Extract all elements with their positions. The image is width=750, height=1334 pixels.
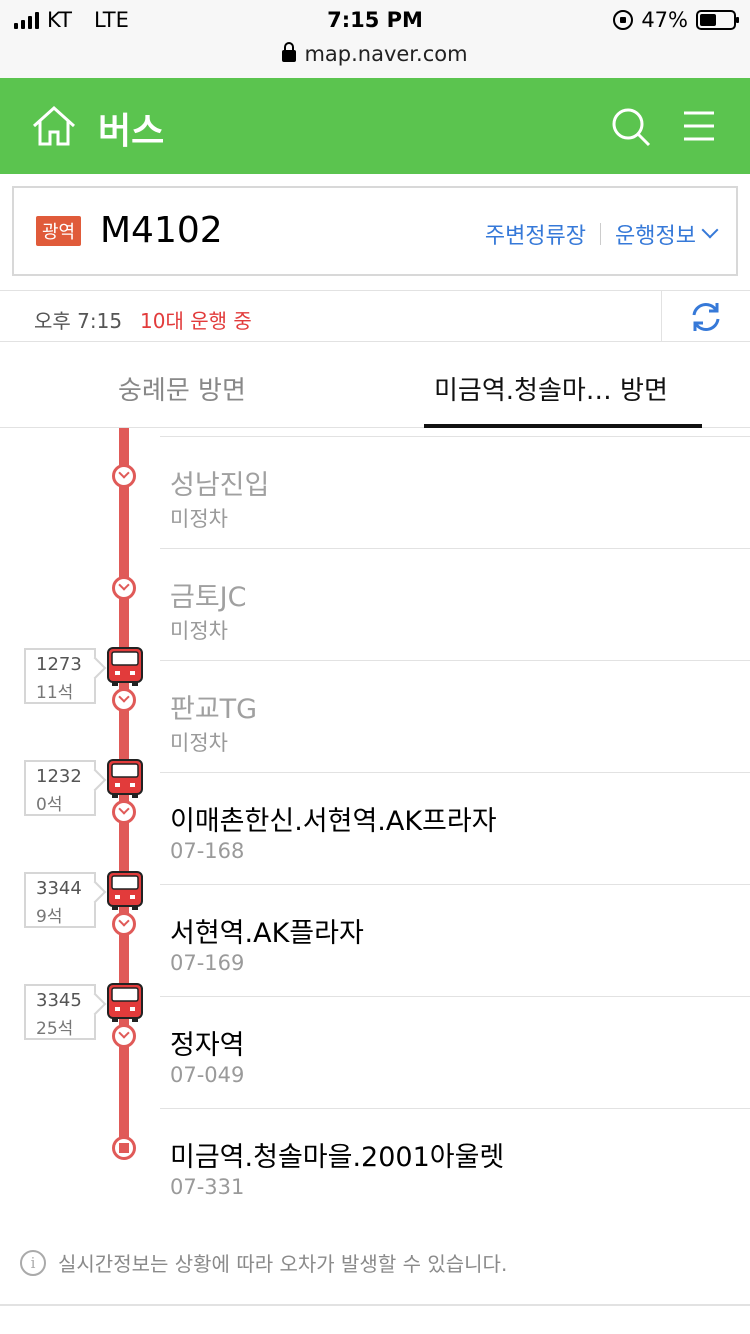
bus-icon[interactable]: [106, 982, 144, 1022]
info-icon: i: [20, 1249, 46, 1276]
stop-node-icon: [112, 464, 136, 488]
route-type-badge: 광역: [36, 216, 82, 246]
stop-sub: 미정차: [170, 731, 228, 755]
bus-icon[interactable]: [106, 870, 144, 910]
stop-item[interactable]: 미금역.청솔마을.2001아울렛 07-331: [160, 1108, 750, 1220]
url-text: map.naver.com: [304, 42, 468, 66]
stop-name: 이매촌한신.서현역.AK프라자: [170, 806, 497, 837]
stop-node-icon: [112, 688, 136, 712]
route-summary: 광역 M4102 주변정류장 운행정보: [12, 186, 738, 276]
stop-item[interactable]: 성남진입 미정차: [160, 436, 750, 548]
bus-seats: 11석: [36, 683, 74, 703]
link-divider: [600, 223, 602, 245]
stop-item[interactable]: 판교TG 미정차: [160, 660, 750, 772]
operating-status: 10대 운행 중: [140, 309, 252, 333]
route-number: M4102: [100, 210, 223, 251]
app-header: 버스: [0, 78, 750, 174]
bus-icon[interactable]: [106, 758, 144, 798]
bus-seats: 9석: [36, 907, 63, 927]
rotation-lock-icon: [613, 10, 634, 30]
stop-sub: 07-331: [170, 1175, 245, 1199]
tab-direction-sungnyemun[interactable]: 숭례문 방면: [118, 370, 246, 407]
nearby-stops-link[interactable]: 주변정류장: [485, 218, 586, 250]
update-time: 오후 7:15: [34, 309, 123, 333]
stop-sub: 미정차: [170, 619, 228, 643]
stop-sub: 미정차: [170, 507, 228, 531]
direction-tabs: 숭례문 방면 미금역.청솔마… 방면: [0, 342, 750, 428]
operation-info-link[interactable]: 운행정보: [615, 218, 696, 250]
stop-name: 판교TG: [170, 694, 258, 725]
bus-info-label[interactable]: 3345 25석: [24, 984, 96, 1040]
terminal-stop-icon: [112, 1136, 136, 1160]
stop-item[interactable]: 금토JC 미정차: [160, 548, 750, 660]
bus-number: 1232: [36, 766, 82, 787]
stop-sub: 07-049: [170, 1063, 245, 1087]
bus-info-label[interactable]: 1232 0석: [24, 760, 96, 816]
menu-icon[interactable]: [682, 110, 716, 142]
status-bar: KT LTE 7:15 PM 47%: [0, 0, 750, 40]
bus-seats: 25석: [36, 1019, 74, 1039]
stop-sub: 07-168: [170, 839, 245, 863]
bus-number: 1273: [36, 654, 82, 675]
bus-number: 3345: [36, 990, 82, 1011]
home-icon[interactable]: [30, 102, 78, 150]
page-title: 버스: [98, 111, 165, 152]
stop-item[interactable]: 정자역 07-049: [160, 996, 750, 1108]
battery-percent: 47%: [641, 8, 688, 32]
url-bar[interactable]: map.naver.com: [0, 40, 750, 78]
bus-number: 3344: [36, 878, 82, 899]
refresh-button[interactable]: [661, 291, 750, 342]
chevron-down-icon[interactable]: [701, 221, 719, 239]
stop-node-icon: [112, 912, 136, 936]
tab-direction-migeum[interactable]: 미금역.청솔마… 방면: [434, 370, 668, 407]
lock-icon: [282, 42, 297, 62]
bus-icon[interactable]: [106, 646, 144, 686]
stop-name: 서현역.AK플라자: [170, 918, 364, 949]
stop-name: 성남진입: [170, 470, 270, 501]
stop-item[interactable]: 서현역.AK플라자 07-169: [160, 884, 750, 996]
stop-name: 미금역.청솔마을.2001아울렛: [170, 1142, 505, 1173]
search-icon[interactable]: [610, 106, 652, 148]
bus-seats: 0석: [36, 795, 63, 815]
stop-node-icon: [112, 576, 136, 600]
stop-name: 금토JC: [170, 582, 247, 613]
active-tab-indicator: [424, 424, 702, 428]
stop-node-icon: [112, 1024, 136, 1048]
refresh-icon: [692, 302, 720, 331]
bus-info-label[interactable]: 3344 9석: [24, 872, 96, 928]
divider: [0, 1304, 750, 1306]
stop-sub: 07-169: [170, 951, 245, 975]
stop-name: 정자역: [170, 1030, 245, 1061]
battery-icon: [696, 10, 739, 30]
disclaimer-text: 실시간정보는 상황에 따라 오차가 발생할 수 있습니다.: [58, 1252, 508, 1276]
bus-info-label[interactable]: 1273 11석: [24, 648, 96, 704]
disclaimer: i 실시간정보는 상황에 따라 오차가 발생할 수 있습니다.: [20, 1248, 507, 1277]
realtime-info-row: 오후 7:15 10대 운행 중: [0, 290, 750, 342]
stop-item[interactable]: 이매촌한신.서현역.AK프라자 07-168: [160, 772, 750, 884]
stop-node-icon: [112, 800, 136, 824]
